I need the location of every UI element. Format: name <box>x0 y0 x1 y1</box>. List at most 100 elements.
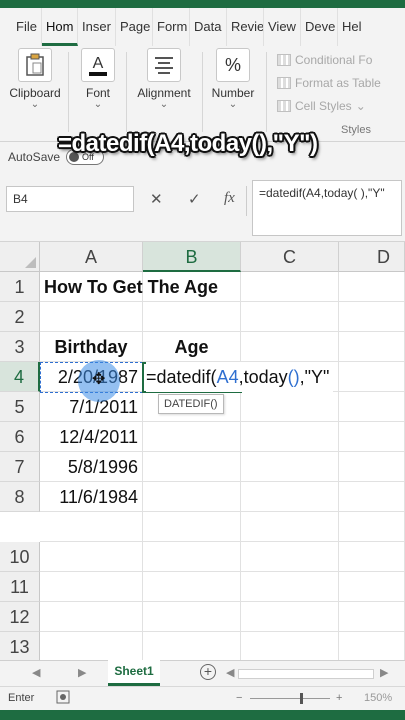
grid-cell[interactable] <box>143 602 241 632</box>
zoom-in-icon[interactable]: + <box>336 692 342 704</box>
grid-cell[interactable] <box>143 512 241 542</box>
grid-cell[interactable] <box>339 392 405 422</box>
number-group[interactable]: % Number ⌄ <box>208 46 258 142</box>
grid-cell[interactable] <box>241 332 339 362</box>
tab-insert[interactable]: Inser <box>78 8 116 46</box>
clipboard-group[interactable]: Clipboard ⌄ <box>6 46 64 142</box>
grid-cell[interactable] <box>143 452 241 482</box>
row-header-1[interactable]: 1 <box>0 272 40 302</box>
grid-cell[interactable] <box>241 482 339 512</box>
zoom-slider-knob[interactable] <box>300 693 303 704</box>
grid-cell[interactable] <box>40 512 143 542</box>
column-header-a[interactable]: A <box>40 242 143 272</box>
tab-page-layout[interactable]: Page <box>116 8 153 46</box>
birthday-cell-a7[interactable]: 5/8/1996 <box>40 452 143 482</box>
row-header-2[interactable]: 2 <box>0 302 40 332</box>
grid-cell[interactable] <box>339 362 405 392</box>
grid-cell[interactable] <box>143 542 241 572</box>
column-header-c[interactable]: C <box>241 242 339 272</box>
grid-cell[interactable] <box>339 422 405 452</box>
zoom-level[interactable]: 150% <box>364 692 392 704</box>
tab-review[interactable]: Revie <box>227 8 264 46</box>
row-header-3[interactable]: 3 <box>0 332 40 362</box>
cell-styles-button[interactable]: Cell Styles ⌄ <box>275 94 405 117</box>
row-header-8[interactable]: 8 <box>0 482 40 512</box>
row-header-6[interactable]: 6 <box>0 422 40 452</box>
grid-cell[interactable] <box>143 632 241 660</box>
grid-cell[interactable] <box>339 512 405 542</box>
row-header-11[interactable]: 11 <box>0 572 40 602</box>
cancel-icon[interactable]: ✕ <box>150 190 163 208</box>
grid-cell[interactable] <box>241 632 339 660</box>
enter-icon[interactable]: ✓ <box>188 190 201 208</box>
age-header-cell[interactable]: Age <box>143 332 241 362</box>
row-header-13[interactable]: 13 <box>0 632 40 660</box>
scroll-right-icon[interactable]: ▶ <box>380 666 388 679</box>
function-tooltip[interactable]: DATEDIF() <box>158 394 224 414</box>
next-sheet-icon[interactable]: ▶ <box>78 666 86 679</box>
grid-cell[interactable] <box>339 482 405 512</box>
macro-record-icon[interactable] <box>56 690 70 707</box>
tab-developer[interactable]: Deve <box>301 8 338 46</box>
tab-data[interactable]: Data <box>190 8 227 46</box>
birthday-cell-a8[interactable]: 11/6/1984 <box>40 482 143 512</box>
row-header-5[interactable]: 5 <box>0 392 40 422</box>
grid-cell[interactable] <box>143 422 241 452</box>
cell-edit-text[interactable]: =datedif(A4,today(),"Y" <box>146 362 334 392</box>
row-header-12[interactable]: 12 <box>0 602 40 632</box>
grid-cell[interactable] <box>339 272 405 302</box>
insert-function-icon[interactable]: fx <box>224 190 235 207</box>
row-header-4[interactable]: 4 <box>0 362 40 392</box>
row-header-10[interactable]: 10 <box>0 542 40 572</box>
alignment-group[interactable]: Alignment ⌄ <box>132 46 196 142</box>
column-header-d[interactable]: D <box>339 242 405 272</box>
grid-cell[interactable] <box>241 272 339 302</box>
grid-cell[interactable] <box>241 512 339 542</box>
scroll-left-icon[interactable]: ◀ <box>226 666 234 679</box>
grid-cell[interactable] <box>40 632 143 660</box>
grid-cell[interactable] <box>143 302 241 332</box>
tab-view[interactable]: View <box>264 8 301 46</box>
grid-cell[interactable] <box>241 542 339 572</box>
grid-cell[interactable] <box>241 422 339 452</box>
grid-cell[interactable] <box>241 572 339 602</box>
grid-cell[interactable] <box>40 602 143 632</box>
worksheet-grid[interactable]: A B C D 1 2 3 4 5 6 7 8 10 11 12 13 How … <box>0 242 405 660</box>
grid-cell[interactable] <box>241 452 339 482</box>
grid-cell[interactable] <box>143 572 241 602</box>
birthday-cell-a6[interactable]: 12/4/2011 <box>40 422 143 452</box>
prev-sheet-icon[interactable]: ◀ <box>32 666 40 679</box>
row-header-7[interactable]: 7 <box>0 452 40 482</box>
zoom-slider[interactable] <box>250 698 330 699</box>
birthday-header-cell[interactable]: Birthday <box>40 332 143 362</box>
tab-help[interactable]: Hel <box>338 8 385 46</box>
grid-cell[interactable] <box>40 542 143 572</box>
formula-input[interactable]: =datedif(A4,today( ),"Y" <box>252 180 402 236</box>
horizontal-scrollbar[interactable] <box>238 669 374 679</box>
grid-cell[interactable] <box>241 302 339 332</box>
tab-home[interactable]: Hom <box>42 8 78 46</box>
tab-file[interactable]: File <box>0 8 42 46</box>
select-all-corner[interactable] <box>0 242 40 272</box>
column-header-b[interactable]: B <box>143 242 241 272</box>
name-box[interactable]: B4 <box>6 186 134 212</box>
grid-cell[interactable] <box>339 602 405 632</box>
grid-cell[interactable] <box>339 632 405 660</box>
grid-cell[interactable] <box>339 572 405 602</box>
zoom-out-icon[interactable]: − <box>236 692 242 704</box>
grid-cell[interactable] <box>339 452 405 482</box>
tab-formulas[interactable]: Form <box>153 8 190 46</box>
grid-cell[interactable] <box>241 602 339 632</box>
grid-cell[interactable] <box>143 482 241 512</box>
format-as-table-button[interactable]: Format as Table <box>275 71 405 94</box>
grid-cell[interactable] <box>40 302 143 332</box>
sheet-tab-sheet1[interactable]: Sheet1 <box>108 660 160 686</box>
grid-cell[interactable] <box>339 542 405 572</box>
grid-cell[interactable] <box>241 392 339 422</box>
add-sheet-button[interactable]: + <box>200 664 216 680</box>
conditional-formatting-button[interactable]: Conditional Fo <box>275 48 405 71</box>
grid-cell[interactable] <box>339 332 405 362</box>
font-group[interactable]: A Font ⌄ <box>74 46 122 142</box>
title-cell[interactable]: How To Get The Age <box>40 272 240 302</box>
grid-cell[interactable] <box>40 572 143 602</box>
